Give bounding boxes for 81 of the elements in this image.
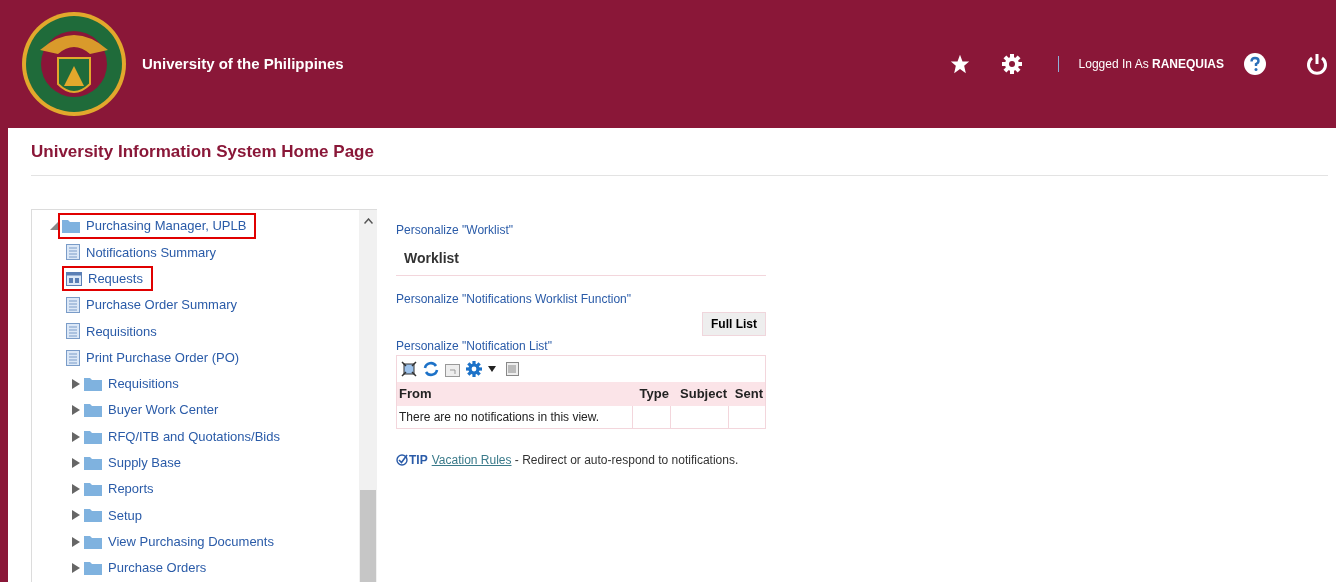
column-header: Sent (733, 385, 764, 404)
expand-triangle-icon[interactable] (72, 563, 80, 573)
settings-icon[interactable] (1001, 54, 1022, 74)
settings-icon[interactable] (466, 361, 482, 377)
collapse-triangle-icon[interactable] (50, 222, 58, 231)
tree-row[interactable]: Setup (82, 504, 150, 527)
power-icon[interactable] (1306, 53, 1328, 75)
expand-triangle-icon[interactable] (72, 484, 80, 495)
folder-icon (84, 403, 102, 418)
folder-icon (84, 534, 102, 549)
personalize-link[interactable]: Personalize "Notifications Worklist Function" (396, 290, 766, 308)
star-icon[interactable] (949, 54, 970, 74)
personalize-link[interactable]: Personalize "Worklist" (396, 221, 766, 239)
tree-item[interactable]: View Purchasing Documents (108, 531, 274, 552)
highlight-frame[interactable]: Purchasing Manager, UPLB (60, 215, 255, 237)
tree-row[interactable]: Requisitions (64, 320, 165, 343)
expand-triangle-icon[interactable] (72, 431, 80, 442)
tree-row[interactable]: Reports (82, 478, 162, 500)
window-icon (66, 271, 82, 286)
reset-icon[interactable] (445, 361, 460, 377)
tree-item[interactable]: Purchase Orders (108, 558, 207, 578)
expand-triangle-icon[interactable] (72, 457, 80, 468)
folder-icon (62, 219, 80, 234)
folder-icon (84, 376, 102, 391)
tree-row[interactable]: Requisitions (82, 373, 187, 395)
detach-icon[interactable] (401, 361, 417, 377)
tree-item[interactable]: RFQ/ITB and Quotations/Bids (108, 426, 280, 447)
check-icon (396, 454, 408, 466)
tree-item[interactable]: Buyer Work Center (108, 400, 219, 420)
column-header: Type (638, 385, 670, 404)
column-header: From (398, 385, 433, 404)
tree-item[interactable]: Requisitions (108, 374, 179, 394)
document-icon (66, 244, 80, 261)
scroll-up-icon[interactable] (363, 218, 373, 224)
tree-item[interactable]: Notifications Summary (86, 242, 217, 263)
expand-triangle-icon[interactable] (72, 405, 80, 416)
highlight-frame[interactable]: Requests (64, 268, 151, 290)
tree-row[interactable]: Buyer Work Center (82, 399, 227, 421)
tree-row[interactable]: Print Purchase Order (PO) (64, 346, 248, 369)
tree-item[interactable]: Requests (88, 269, 143, 289)
tree-item[interactable]: Reports (108, 479, 154, 499)
scrollbar-thumb[interactable] (360, 490, 376, 582)
expand-triangle-icon[interactable] (72, 510, 80, 521)
tree-row[interactable]: Supply Base (82, 452, 189, 474)
logged-in-text: Logged In As RANEQUIAS (1078, 56, 1224, 73)
document-icon (66, 349, 80, 366)
page-title: University Information System Home Page (31, 140, 374, 163)
tree-item[interactable]: Print Purchase Order (PO) (86, 347, 240, 368)
tree-item[interactable]: Purchase Order Summary (86, 295, 237, 315)
folder-icon (84, 429, 102, 444)
tree-row[interactable]: Purchase Order Summary (64, 294, 245, 316)
tree-item[interactable]: Setup (108, 505, 142, 526)
column-header: Subject (679, 385, 728, 404)
tree-row[interactable]: Purchase Orders (82, 557, 215, 579)
full-list-button[interactable]: Full List (702, 312, 766, 336)
worklist-heading: Worklist (404, 249, 460, 268)
folder-icon (84, 508, 102, 523)
university-name: University of the Philippines (142, 53, 344, 74)
tree-item[interactable]: Supply Base (108, 453, 181, 473)
expand-triangle-icon[interactable] (72, 378, 80, 389)
personalize-link[interactable]: Personalize "Notification List" (396, 337, 766, 355)
scrollbar[interactable] (359, 210, 377, 582)
vacation-rules-link[interactable]: Vacation Rules (431, 451, 512, 469)
dropdown-caret-icon[interactable] (488, 366, 496, 372)
help-icon[interactable] (1244, 53, 1266, 75)
empty-message: There are no notifications in this view. (397, 406, 633, 428)
tip-text: - Redirect or auto-respond to notifications. (513, 452, 739, 469)
tree-item[interactable]: Requisitions (86, 321, 157, 342)
tip-label: TIP (409, 452, 428, 469)
document-icon (66, 323, 80, 340)
folder-icon (84, 455, 102, 470)
expand-triangle-icon[interactable] (72, 536, 80, 547)
columns-icon[interactable] (506, 362, 519, 376)
tree-row[interactable]: View Purchasing Documents (82, 530, 282, 553)
refresh-icon[interactable] (423, 361, 439, 377)
document-icon (66, 297, 80, 314)
tree-item[interactable]: Purchasing Manager, UPLB (86, 216, 247, 236)
tree-row[interactable]: RFQ/ITB and Quotations/Bids (82, 425, 288, 448)
folder-icon (84, 561, 102, 575)
tree-row[interactable]: Notifications Summary (64, 241, 225, 264)
folder-icon (84, 482, 102, 497)
